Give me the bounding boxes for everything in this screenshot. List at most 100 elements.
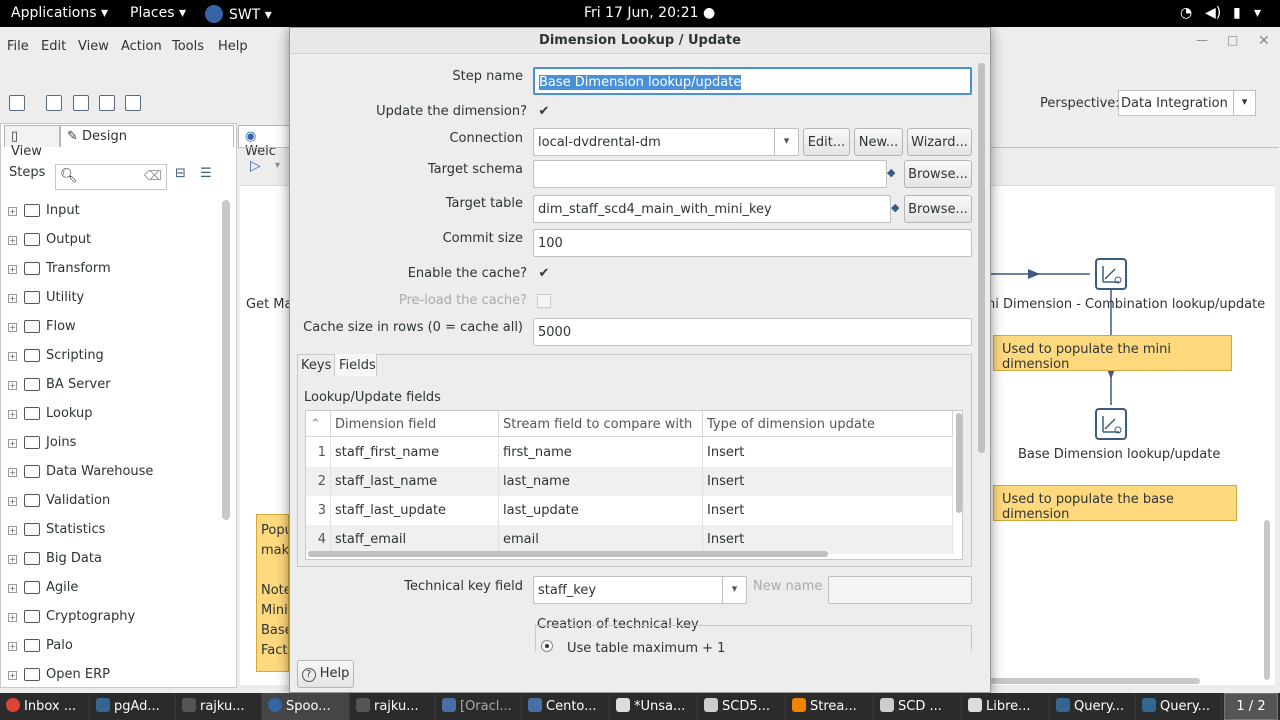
task-scd5[interactable]: SCD5... [698,693,786,720]
canvas-horizontal-scrollbar[interactable] [990,678,1200,684]
commit-size-input[interactable]: 100 [533,229,972,257]
menu-edit[interactable]: Edit [41,39,66,54]
table-row[interactable]: 4 staff_email email Insert [306,525,953,554]
cache-size-input[interactable]: 5000 [533,318,972,346]
tab-keys[interactable]: Keys [297,354,334,376]
steps-search-input[interactable]: 🔍︎ ⌫ [55,164,167,190]
step-folder-flow[interactable]: + Flow [8,319,218,341]
save-icon[interactable] [99,95,115,111]
stream-field-cell[interactable]: last_name [499,467,703,496]
dimension-field-cell[interactable]: staff_first_name [331,438,499,467]
perspective-select[interactable]: Data Integration ▾ [1118,90,1256,116]
sort-chevron-up-icon[interactable]: ⌃ [306,411,331,437]
note-base-dimension[interactable]: Used to populate the base dimension [993,485,1237,522]
battery-icon[interactable]: ▮ [1233,5,1241,21]
step-folder-data-warehouse[interactable]: + Data Warehouse [8,464,218,486]
places-menu[interactable]: Places ▾ [130,5,186,21]
task-query-2[interactable]: Query... [1136,693,1222,720]
column-header-stream-field[interactable]: Stream field to compare with [499,411,703,437]
stream-field-cell[interactable]: last_update [499,496,703,525]
step-folder-transform[interactable]: + Transform [8,261,218,283]
step-folder-output[interactable]: + Output [8,232,218,254]
table-horizontal-scrollbar[interactable] [308,551,828,557]
task-terminal-2[interactable]: rajku... [350,693,436,720]
stream-field-cell[interactable]: email [499,525,703,554]
steps-scrollbar[interactable] [222,200,230,520]
table-row[interactable]: 1 staff_first_name first_name Insert [306,438,953,467]
list-view-icon[interactable]: ☰ [200,166,212,181]
update-dimension-checkbox[interactable]: ✔ [537,105,551,119]
target-schema-input[interactable] [533,160,887,188]
dimension-field-cell[interactable]: staff_last_update [331,496,499,525]
task-vlc[interactable]: Strea... [786,693,874,720]
update-type-cell[interactable]: Insert [703,496,953,525]
task-chrome-inbox[interactable]: Inbox ... [0,693,90,720]
task-unsaved[interactable]: *Unsa... [610,693,698,720]
step-name-input[interactable]: Base Dimension lookup/update [533,67,972,95]
task-scd[interactable]: SCD ... [874,693,962,720]
new-name-input[interactable] [828,576,972,604]
note-mini-dimension[interactable]: Used to populate the mini dimension [993,335,1232,372]
step-folder-open-erp[interactable]: + Open ERP [8,667,218,682]
task-centos[interactable]: Cento... [522,693,610,720]
left-note[interactable]: Popu make Note Mini Base Fact [256,514,289,672]
canvas-vertical-scrollbar[interactable] [1264,520,1270,680]
enable-cache-checkbox[interactable]: ✔ [537,267,551,281]
menu-action[interactable]: Action [121,39,162,54]
step-folder-joins[interactable]: + Joins [8,435,218,457]
run-icon[interactable]: ▷ [250,158,261,174]
target-table-input[interactable]: dim_staff_scd4_main_with_mini_key [533,195,891,223]
new-file-icon[interactable] [9,95,25,111]
step-folder-validation[interactable]: + Validation [8,493,218,515]
technical-key-select[interactable]: staff_key ▾ [533,576,747,604]
dimension-field-cell[interactable]: staff_last_name [331,467,499,496]
system-menu-arrow-icon[interactable]: ▾ [1254,5,1261,21]
step-folder-scripting[interactable]: + Scripting [8,348,218,370]
wizard-button[interactable]: Wizard... [907,128,972,156]
preload-cache-checkbox[interactable] [537,294,551,308]
menu-view[interactable]: View [78,39,109,54]
step-folder-statistics[interactable]: + Statistics [8,522,218,544]
step-folder-utility[interactable]: + Utility [8,290,218,312]
base-dimension-step-icon[interactable] [1095,408,1127,440]
task-spoon[interactable]: Spoo... [262,693,350,720]
step-folder-palo[interactable]: + Palo [8,638,218,660]
use-table-max-radio[interactable] [541,640,553,652]
menu-help[interactable]: Help [218,39,248,54]
step-folder-ba-server[interactable]: + BA Server [8,377,218,399]
maximize-icon[interactable]: □ [1227,33,1238,47]
applications-menu[interactable]: Applications ▾ [11,5,108,21]
browse-table-button[interactable]: Browse... [904,195,972,223]
mini-dimension-step-icon[interactable] [1095,258,1127,290]
task-terminal-1[interactable]: rajku... [176,693,262,720]
new-connection-button[interactable]: New... [854,128,903,156]
task-oracle[interactable]: [Oracl... [436,693,522,720]
dimension-field-cell[interactable]: staff_email [331,525,499,554]
collapse-all-icon[interactable]: ⊟ [175,166,186,181]
save-as-icon[interactable] [125,95,141,111]
step-folder-big-data[interactable]: + Big Data [8,551,218,573]
clear-search-icon[interactable]: ⌫ [144,169,162,184]
task-pgadmin[interactable]: pgAd... [90,693,176,720]
run-options-chevron-down-icon[interactable]: ▾ [275,160,280,171]
app-menu[interactable]: SWT ▾ [205,5,272,23]
update-type-cell[interactable]: Insert [703,525,953,554]
volume-icon[interactable]: ◀) [1205,5,1221,21]
tab-design[interactable]: ✎ Design [60,125,234,147]
open-folder-icon[interactable] [46,95,62,111]
step-folder-cryptography[interactable]: + Cryptography [8,609,218,631]
update-type-cell[interactable]: Insert [703,438,953,467]
step-folder-lookup[interactable]: + Lookup [8,406,218,428]
table-row[interactable]: 2 staff_last_name last_name Insert [306,467,953,496]
workspace-pager[interactable]: 1 / 2 [1224,693,1278,720]
column-header-dimension-field[interactable]: Dimension field [331,411,499,437]
close-window-icon[interactable]: ✕ [1258,33,1270,49]
menu-file[interactable]: File [7,39,29,54]
table-row[interactable]: 3 staff_last_update last_update Insert [306,496,953,525]
connection-select[interactable]: local-dvdrental-dm ▾ [533,128,799,156]
browse-schema-button[interactable]: Browse... [904,160,972,188]
update-type-cell[interactable]: Insert [703,467,953,496]
step-folder-agile[interactable]: + Agile [8,580,218,602]
minimize-icon[interactable]: — [1196,33,1208,47]
dialog-vertical-scrollbar[interactable] [978,63,985,453]
